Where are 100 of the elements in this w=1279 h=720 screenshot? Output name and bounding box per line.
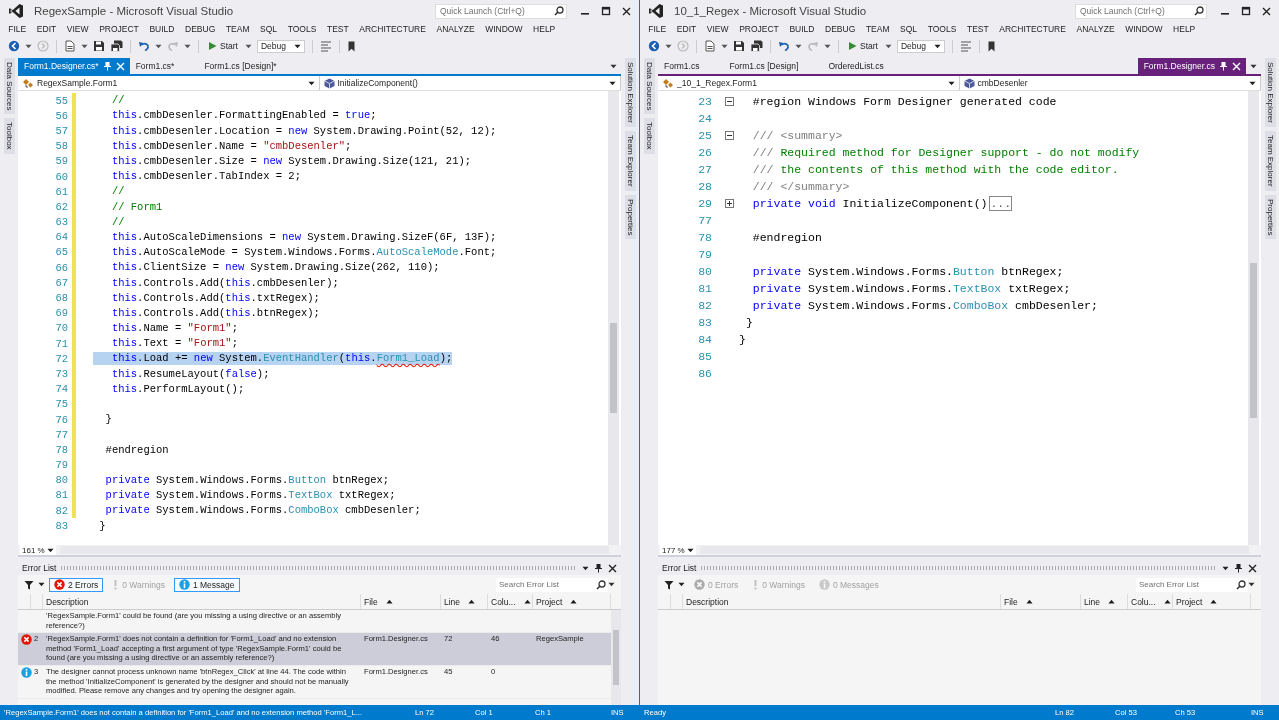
caret-icon[interactable]: [608, 582, 615, 587]
caret-icon[interactable]: [721, 43, 728, 49]
document-tab[interactable]: Form1.Designer.cs: [1137, 58, 1246, 74]
vertical-scrollbar[interactable]: [608, 91, 619, 545]
column-header[interactable]: Line: [441, 594, 488, 609]
configuration-dropdown[interactable]: Debug: [256, 39, 305, 53]
back-icon[interactable]: [648, 40, 660, 52]
new-file-icon[interactable]: [704, 40, 716, 52]
dock-tab[interactable]: Solution Explorer: [624, 58, 636, 127]
caret-icon[interactable]: [25, 43, 32, 49]
menu-item[interactable]: DEBUG: [179, 24, 221, 34]
menu-item[interactable]: PROJECT: [93, 24, 145, 34]
menu-item[interactable]: VIEW: [61, 24, 94, 34]
column-header[interactable]: File: [1001, 594, 1081, 609]
quick-launch-field[interactable]: Quick Launch (Ctrl+Q): [1075, 3, 1207, 19]
close-icon[interactable]: [622, 6, 631, 16]
dock-tab[interactable]: Properties: [1264, 194, 1276, 239]
caret-icon[interactable]: [665, 43, 672, 49]
search-icon[interactable]: [596, 579, 606, 590]
menu-item[interactable]: BUILD: [144, 24, 180, 34]
save-all-icon[interactable]: [110, 40, 123, 52]
new-file-icon[interactable]: [64, 40, 76, 52]
caret-icon[interactable]: [38, 582, 45, 587]
column-header[interactable]: Project: [533, 594, 611, 609]
dock-tab[interactable]: Team Explorer: [624, 130, 636, 191]
menu-item[interactable]: ANALYZE: [431, 24, 480, 34]
menu-item[interactable]: TEST: [961, 24, 994, 34]
filter-icon[interactable]: [664, 579, 674, 590]
menu-item[interactable]: DEBUG: [819, 24, 861, 34]
scrollbar-thumb[interactable]: [1250, 263, 1257, 418]
menu-item[interactable]: EDIT: [31, 24, 62, 34]
scrollbar-thumb[interactable]: [613, 630, 619, 685]
navigation-dropdown[interactable]: InitializeComponent(): [319, 76, 621, 90]
menu-item[interactable]: TEAM: [220, 24, 255, 34]
pin-icon[interactable]: [594, 563, 603, 573]
close-icon[interactable]: [1248, 563, 1257, 573]
menu-item[interactable]: WINDOW: [1119, 24, 1168, 34]
caret-icon[interactable]: [184, 43, 191, 49]
pin-icon[interactable]: [1234, 563, 1243, 573]
filter-icon[interactable]: [24, 579, 34, 590]
menu-item[interactable]: FILE: [3, 24, 32, 34]
document-tab[interactable]: OrderedList.cs: [822, 58, 908, 74]
column-header[interactable]: File: [361, 594, 441, 609]
navigation-dropdown[interactable]: _10_1_Regex.Form1: [658, 76, 960, 90]
dock-tab[interactable]: Solution Explorer: [1264, 58, 1276, 127]
save-icon[interactable]: [93, 40, 105, 52]
caret-icon[interactable]: [678, 582, 685, 587]
column-header[interactable]: Colu...: [1128, 594, 1173, 609]
dock-tab[interactable]: Toolbox: [3, 118, 15, 155]
error-row[interactable]: [18, 665, 611, 699]
search-field[interactable]: Search Error List: [1136, 577, 1248, 592]
zoom-dropdown[interactable]: 161 %: [20, 545, 56, 555]
filter-button[interactable]: 1 Message: [173, 577, 240, 592]
menu-item[interactable]: SQL: [254, 24, 283, 34]
search-icon[interactable]: [1194, 6, 1204, 16]
scrollbar-thumb[interactable]: [610, 323, 617, 413]
caret-icon[interactable]: [81, 43, 88, 49]
menu-item[interactable]: EDIT: [671, 24, 702, 34]
horizontal-scrollbar[interactable]: [60, 546, 609, 554]
menu-item[interactable]: FILE: [643, 24, 672, 34]
caret-icon[interactable]: [884, 43, 892, 49]
caret-icon[interactable]: [1222, 565, 1229, 571]
caret-icon[interactable]: [824, 43, 831, 49]
caret-icon[interactable]: [244, 43, 252, 49]
menu-item[interactable]: ARCHITECTURE: [354, 24, 432, 34]
start-button[interactable]: Start: [846, 41, 880, 51]
bookmark-icon[interactable]: [986, 40, 996, 52]
pin-icon[interactable]: [1219, 61, 1228, 71]
navigation-dropdown[interactable]: cmbDesenler: [959, 76, 1261, 90]
document-tab[interactable]: Form1.cs*: [129, 58, 199, 74]
document-tab[interactable]: Form1.cs [Design]*: [198, 58, 301, 74]
menu-item[interactable]: TOOLS: [282, 24, 322, 34]
caret-icon[interactable]: [795, 43, 802, 49]
expand-icon[interactable]: [725, 199, 734, 208]
search-field[interactable]: Search Error List: [496, 577, 608, 592]
dock-tab[interactable]: Properties: [624, 194, 636, 239]
undo-icon[interactable]: [138, 40, 150, 52]
bookmark-icon[interactable]: [346, 40, 356, 52]
collapse-icon[interactable]: [725, 97, 734, 106]
column-header[interactable]: Project: [1173, 594, 1251, 609]
search-icon[interactable]: [1236, 579, 1246, 590]
column-header[interactable]: Line: [1081, 594, 1128, 609]
filter-button[interactable]: 2 Errors: [49, 577, 104, 592]
dock-tab[interactable]: Team Explorer: [1264, 130, 1276, 191]
horizontal-scrollbar[interactable]: [700, 546, 1249, 554]
dock-tab[interactable]: Data Sources: [643, 58, 655, 115]
caret-icon[interactable]: [1248, 582, 1255, 587]
menu-item[interactable]: ANALYZE: [1071, 24, 1120, 34]
document-tab[interactable]: Form1.cs: [658, 58, 724, 74]
caret-icon[interactable]: [155, 43, 162, 49]
menu-item[interactable]: BUILD: [784, 24, 820, 34]
maximize-icon[interactable]: [1241, 6, 1251, 16]
back-icon[interactable]: [8, 40, 20, 52]
close-icon[interactable]: [1262, 6, 1271, 16]
search-icon[interactable]: [554, 6, 564, 16]
vertical-scrollbar[interactable]: [1248, 91, 1259, 545]
dock-tab[interactable]: Data Sources: [3, 58, 15, 115]
configuration-dropdown[interactable]: Debug: [896, 39, 945, 53]
caret-icon[interactable]: [582, 565, 589, 571]
undo-icon[interactable]: [778, 40, 790, 52]
